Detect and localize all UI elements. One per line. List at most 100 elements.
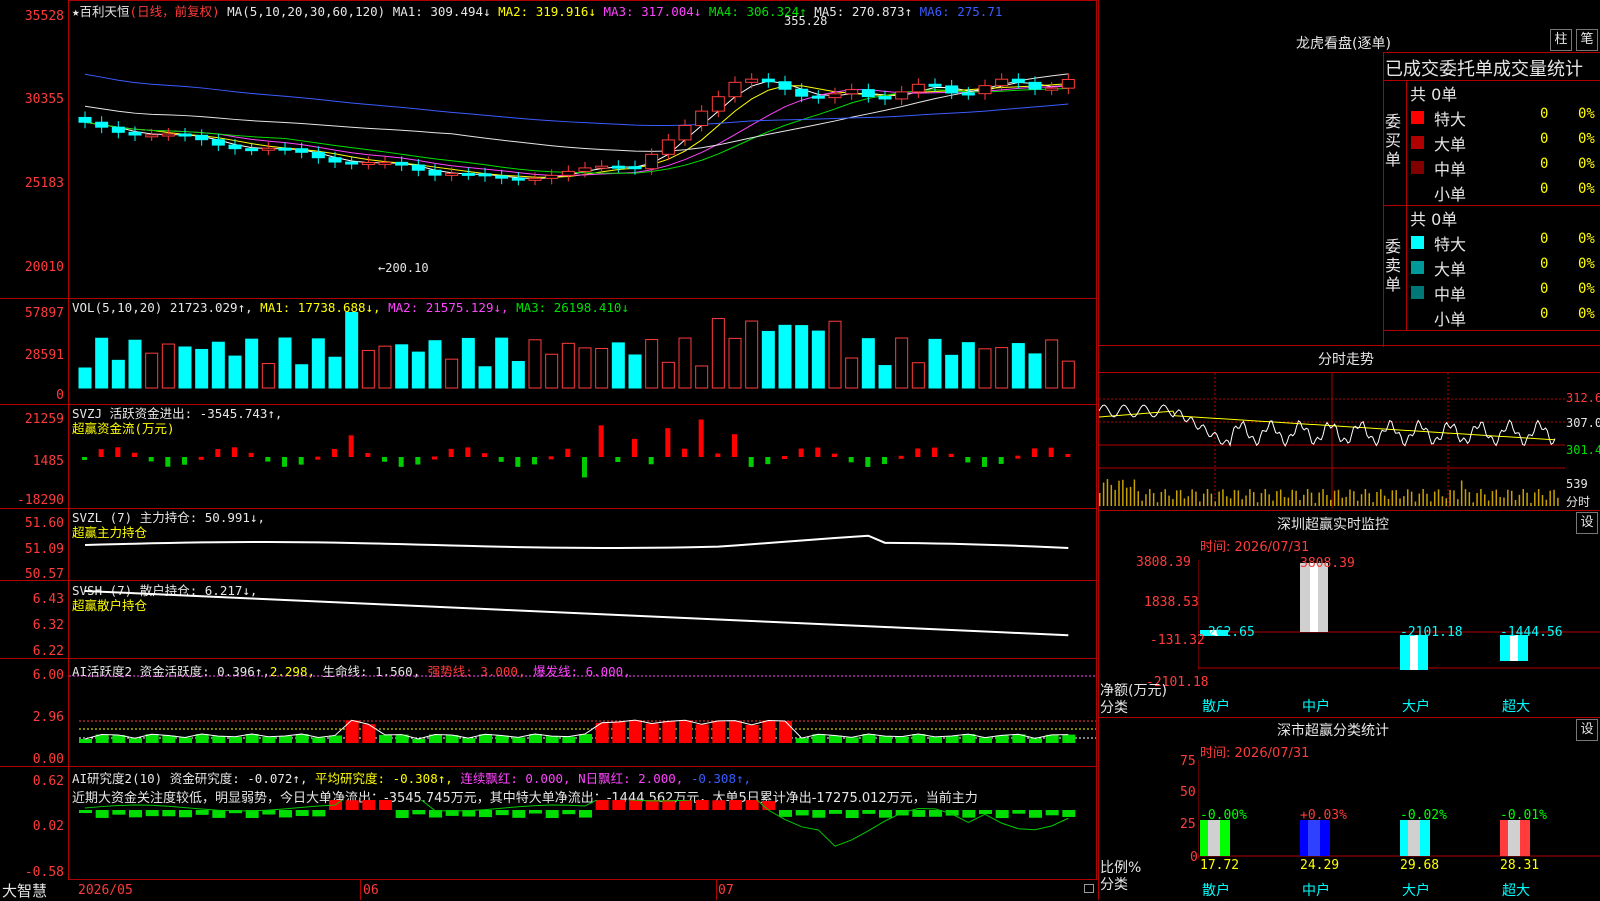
flow-bar [365,453,371,457]
volume-bar [361,349,375,389]
dragon-bottom [1098,345,1600,346]
intraday-volume-bar [1426,493,1428,506]
intraday-chart[interactable] [1099,373,1565,508]
intraday-volume-bar [1437,489,1440,506]
candle [861,89,875,98]
volume-bar [95,337,109,389]
classify-change: -0.00% [1200,808,1247,823]
candle [711,96,725,112]
intraday-volume-bar [1149,489,1151,506]
monitor-settings-button[interactable]: 设 [1576,512,1598,534]
research-bar [595,800,609,810]
tick-view-button[interactable]: 笔 [1576,29,1598,51]
research-bar [512,810,526,818]
volume-bar [461,337,475,389]
volume-bar [828,320,842,389]
research-bar [562,810,576,815]
classify-cat-label: 中户 [1302,883,1330,899]
volume-bar [1045,339,1059,389]
dragon-divider [1383,330,1600,331]
activity-bar [1062,734,1076,743]
activity-bar [979,737,992,743]
monitor-value: -262.65 [1200,625,1255,640]
candle [278,147,292,151]
classify-value: 17.72 [1200,858,1240,873]
volume-bar [395,344,409,389]
order-percent: 0% [1578,106,1595,122]
svzl-tick: 50.57 [24,567,64,582]
volume-bar [861,338,875,389]
candle [211,139,225,146]
intraday-volume-bar [1387,499,1390,506]
volume-bar [511,361,525,389]
volume-chart[interactable] [69,312,1096,404]
activity-bar [945,735,959,743]
volume-bar [528,339,542,389]
intraday-volume-bar [1326,494,1328,506]
ai2-tick: 0.62 [32,774,64,789]
research-bar [1045,810,1059,816]
intraday-volume-bar [1391,490,1394,506]
intraday-volume-bar [1122,479,1124,506]
research-bar [295,810,309,817]
classify-title: 深市超赢分类统计 [1277,723,1389,739]
order-type-label: 特大 [1434,110,1467,129]
classify-change: -0.02% [1400,808,1447,823]
activity-bar [229,736,242,743]
flow-bar [448,448,454,457]
intraday-volume-bar [1314,502,1317,506]
svzl-chart[interactable] [69,509,1096,580]
intraday-volume-bar [1353,491,1355,506]
monitor-chart[interactable] [1198,560,1600,680]
svzj-chart[interactable] [69,405,1096,508]
candle [661,139,675,155]
research-bar [879,810,892,818]
svzj-tick: 1485 [32,454,64,469]
activity-bar [629,720,642,743]
flow-bar [115,447,121,457]
monitor-value: -1444.56 [1500,625,1563,640]
volume-bar [678,337,692,389]
column-view-button[interactable]: 柱 [1550,29,1572,51]
intraday-volume-bar [1110,484,1113,506]
classify-settings-button[interactable]: 设 [1576,719,1598,741]
ai2-chart[interactable] [69,800,1096,880]
flow-bar [148,457,154,462]
flow-bar [215,449,221,457]
vol-tick: 0 [56,388,64,403]
lock-icon[interactable] [1084,884,1094,893]
classify-time: 时间: 2026/07/31 [1200,746,1310,761]
activity-bar [412,738,426,743]
ai1-chart[interactable] [69,659,1096,766]
intraday-volume-bar [1272,500,1274,506]
intraday-volume-bar [1395,490,1397,506]
svzl-tick: 51.60 [24,516,64,531]
flow-bar [598,425,604,457]
intraday-volume-bar [1514,500,1517,506]
classify-value: 28.31 [1500,858,1540,873]
flow-bar [532,457,537,465]
intraday-title: 分时走势 [1318,352,1374,368]
classify-change: -0.01% [1500,808,1547,823]
volume-bar [145,352,159,389]
research-bar [645,800,659,810]
candle [511,177,525,181]
research-bar [145,810,159,817]
ai2-a: 资金研究度: -0.072↑, [169,771,308,786]
research-bar [362,800,376,810]
intraday-volume-bar [1337,489,1340,506]
activity-bar [612,722,626,743]
research-bar [479,810,492,818]
brand-logo: 大智慧 [2,882,48,900]
volume-bar [611,342,625,389]
volume-bar [695,365,709,389]
dragon-tab-border [1383,52,1384,347]
activity-bar [162,735,176,743]
dragon-tabs[interactable]: 已成交委托单成交量统计 [1385,55,1583,81]
ai1-tick: 6.00 [32,668,64,683]
candlestick-chart[interactable] [69,14,1096,298]
flow-bar [982,457,987,467]
svsh-chart[interactable] [69,581,1096,658]
intraday-volume-bar [1318,492,1320,506]
intraday-volume-bar [1276,491,1278,506]
